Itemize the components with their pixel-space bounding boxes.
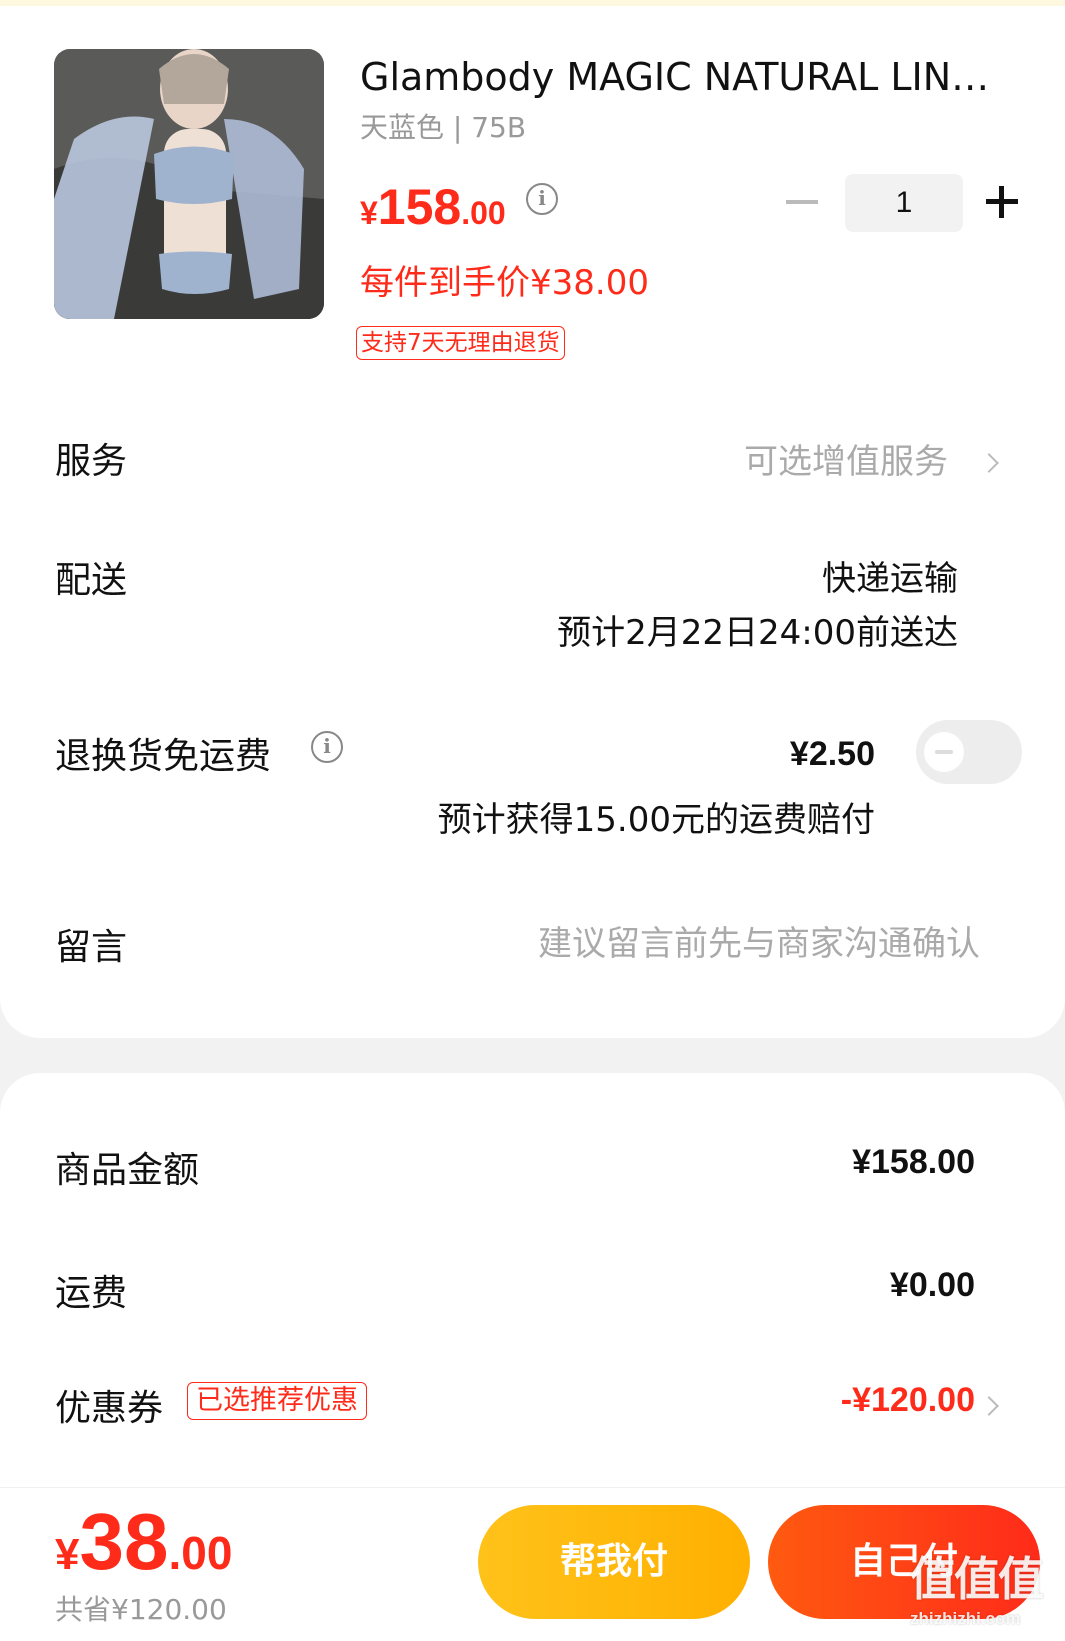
total-decimal: .00 bbox=[168, 1527, 233, 1579]
watermark-main: 值值值 bbox=[910, 1552, 1044, 1606]
product-photo-illustration bbox=[54, 49, 324, 319]
help-pay-button[interactable]: 帮我付 bbox=[478, 1505, 750, 1619]
message-input[interactable]: 建议留言前先与商家沟通确认 bbox=[538, 916, 980, 965]
total-price: ¥38.00 bbox=[55, 1496, 232, 1588]
return-shipping-toggle[interactable] bbox=[916, 720, 1022, 784]
toggle-knob bbox=[924, 732, 964, 772]
quantity-decrease-button[interactable] bbox=[786, 200, 818, 204]
total-saved: 共省¥120.00 bbox=[55, 1593, 227, 1626]
return-policy-tag: 支持7天无理由退货 bbox=[356, 326, 565, 360]
quantity-input[interactable]: 1 bbox=[845, 174, 963, 232]
message-label: 留言 bbox=[55, 927, 128, 968]
product-image[interactable] bbox=[54, 49, 324, 319]
shipping-fee-label: 运费 bbox=[55, 1273, 128, 1314]
product-sku[interactable]: 天蓝色 | 75B bbox=[360, 106, 526, 146]
product-title[interactable]: Glambody MAGIC NATURAL LIN… bbox=[360, 55, 1020, 99]
delivery-label: 配送 bbox=[55, 560, 128, 601]
price-currency: ¥ bbox=[360, 195, 378, 231]
price-integer: 158 bbox=[377, 179, 462, 235]
shipping-fee-value: ¥0.00 bbox=[889, 1266, 975, 1304]
total-integer: 38 bbox=[79, 1497, 169, 1586]
price-info-icon[interactable]: i bbox=[526, 183, 558, 215]
return-shipping-label: 退换货免运费 bbox=[55, 736, 272, 777]
watermark: 值值值 zhizhizhi.com bbox=[910, 1550, 1060, 1638]
return-shipping-info-icon[interactable]: i bbox=[311, 731, 343, 763]
coupon-tag: 已选推荐优惠 bbox=[187, 1382, 367, 1420]
goods-amount-label: 商品金额 bbox=[55, 1150, 200, 1191]
quantity-increase-button[interactable] bbox=[986, 186, 1018, 218]
coupon-label: 优惠券 bbox=[55, 1388, 164, 1429]
service-label: 服务 bbox=[55, 441, 128, 482]
product-price: ¥158.00 bbox=[360, 178, 506, 236]
return-shipping-note: 预计获得15.00元的运费赔付 bbox=[437, 800, 875, 840]
unit-price: 每件到手价¥38.00 bbox=[360, 263, 649, 303]
total-currency: ¥ bbox=[55, 1530, 80, 1579]
price-decimal: .00 bbox=[461, 195, 506, 231]
coupon-value[interactable]: -¥120.00 bbox=[841, 1381, 975, 1420]
service-value[interactable]: 可选增值服务 bbox=[744, 434, 948, 483]
delivery-eta: 预计2月22日24:00前送达 bbox=[557, 613, 958, 653]
goods-amount-value: ¥158.00 bbox=[852, 1143, 975, 1181]
return-shipping-price: ¥2.50 bbox=[789, 735, 875, 773]
watermark-sub: zhizhizhi.com bbox=[910, 1609, 1021, 1628]
delivery-method: 快递运输 bbox=[822, 559, 958, 599]
